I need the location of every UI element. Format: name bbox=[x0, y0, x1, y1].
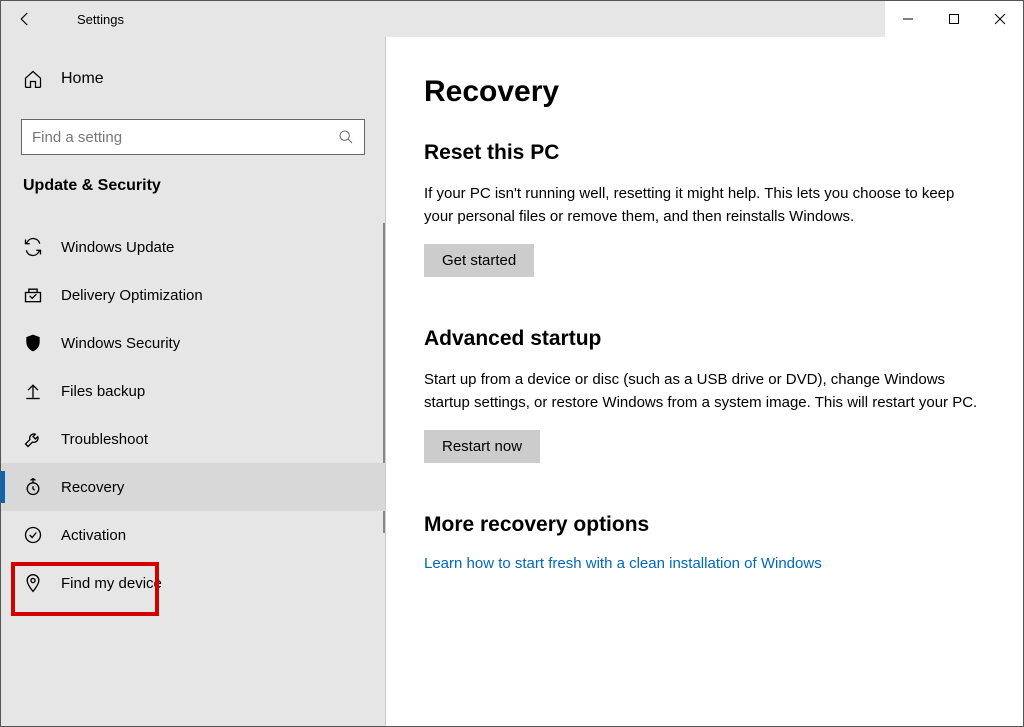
sidebar-home[interactable]: Home bbox=[1, 57, 385, 101]
sidebar-nav-list: Windows Update Delivery Optimization Win… bbox=[1, 223, 385, 607]
section-more-recovery: More recovery options Learn how to start… bbox=[424, 513, 985, 572]
search-icon bbox=[338, 129, 354, 145]
delivery-icon bbox=[23, 285, 43, 305]
close-button[interactable] bbox=[977, 1, 1023, 37]
backup-icon bbox=[23, 381, 43, 401]
section-reset-pc: Reset this PC If your PC isn't running w… bbox=[424, 141, 985, 277]
sidebar-item-label: Windows Update bbox=[61, 239, 174, 256]
sidebar-item-label: Recovery bbox=[61, 479, 124, 496]
sidebar-item-files-backup[interactable]: Files backup bbox=[1, 367, 385, 415]
section-body: Start up from a device or disc (such as … bbox=[424, 369, 984, 414]
search-input[interactable] bbox=[32, 129, 338, 146]
sidebar-item-label: Delivery Optimization bbox=[61, 287, 203, 304]
sidebar-item-activation[interactable]: Activation bbox=[1, 511, 385, 559]
check-circle-icon bbox=[23, 525, 43, 545]
section-advanced-startup: Advanced startup Start up from a device … bbox=[424, 327, 985, 463]
sidebar-item-label: Files backup bbox=[61, 383, 145, 400]
sidebar-item-label: Troubleshoot bbox=[61, 431, 148, 448]
minimize-button[interactable] bbox=[885, 1, 931, 37]
sidebar-home-label: Home bbox=[61, 70, 104, 88]
sidebar-item-troubleshoot[interactable]: Troubleshoot bbox=[1, 415, 385, 463]
maximize-button[interactable] bbox=[931, 1, 977, 37]
sidebar-item-label: Activation bbox=[61, 527, 126, 544]
section-body: If your PC isn't running well, resetting… bbox=[424, 183, 984, 228]
sync-icon bbox=[23, 237, 43, 257]
sidebar-item-windows-update[interactable]: Windows Update bbox=[1, 223, 385, 271]
main-panel: Recovery Reset this PC If your PC isn't … bbox=[386, 37, 1023, 726]
sidebar-item-label: Find my device bbox=[61, 575, 162, 592]
sidebar-item-windows-security[interactable]: Windows Security bbox=[1, 319, 385, 367]
wrench-icon bbox=[23, 429, 43, 449]
get-started-button[interactable]: Get started bbox=[424, 244, 534, 277]
restart-now-button[interactable]: Restart now bbox=[424, 430, 540, 463]
sidebar-item-delivery-optimization[interactable]: Delivery Optimization bbox=[1, 271, 385, 319]
section-title: Reset this PC bbox=[424, 141, 985, 165]
sidebar-item-label: Windows Security bbox=[61, 335, 180, 352]
section-title: Advanced startup bbox=[424, 327, 985, 351]
fresh-start-link[interactable]: Learn how to start fresh with a clean in… bbox=[424, 555, 822, 572]
sidebar-item-find-my-device[interactable]: Find my device bbox=[1, 559, 385, 607]
recovery-icon bbox=[23, 477, 43, 497]
sidebar-item-recovery[interactable]: Recovery bbox=[1, 463, 385, 511]
section-title: More recovery options bbox=[424, 513, 985, 537]
location-icon bbox=[23, 573, 43, 593]
sidebar-category-title: Update & Security bbox=[1, 177, 385, 211]
app-title: Settings bbox=[77, 12, 124, 27]
home-icon bbox=[23, 69, 43, 89]
page-title: Recovery bbox=[424, 75, 985, 109]
shield-icon bbox=[23, 333, 43, 353]
search-box[interactable] bbox=[21, 119, 365, 155]
back-button[interactable] bbox=[15, 9, 35, 29]
sidebar: Home Update & Security Windows Update bbox=[1, 37, 386, 726]
